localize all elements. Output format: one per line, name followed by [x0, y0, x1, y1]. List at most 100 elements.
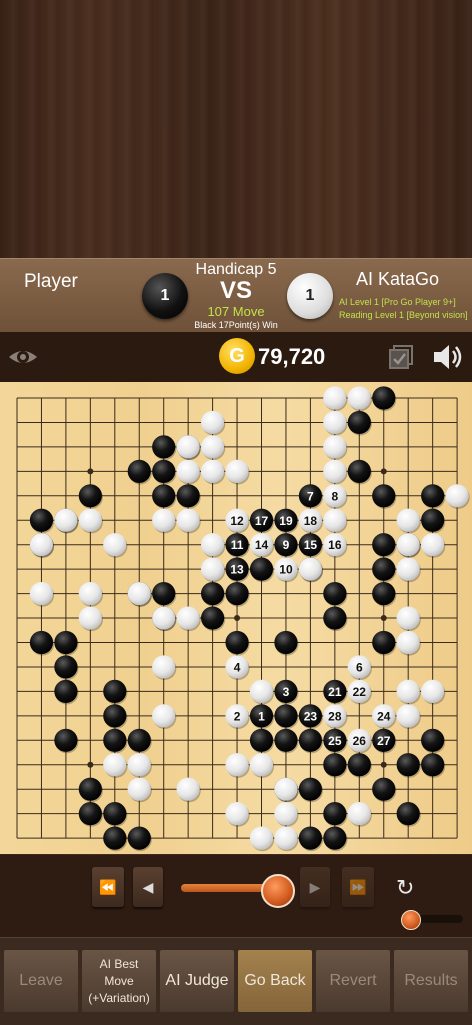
- black-stone: [274, 704, 299, 729]
- go-back-button[interactable]: Go Back: [238, 950, 312, 1012]
- white-stone: [396, 557, 421, 583]
- move-number: 6: [356, 660, 363, 674]
- white-stone: 2: [225, 704, 250, 729]
- white-stone: [78, 508, 103, 534]
- black-stone: [372, 777, 397, 803]
- rewind-button[interactable]: ⏪: [92, 867, 124, 907]
- move-number: 22: [353, 685, 367, 699]
- coin-symbol: G: [229, 344, 245, 367]
- white-stone: [54, 508, 79, 534]
- black-stone: 21: [323, 679, 348, 705]
- next-move-button[interactable]: ▶: [300, 867, 330, 907]
- white-stone: [323, 508, 348, 534]
- black-stone: [298, 728, 323, 754]
- white-stone: [201, 459, 226, 485]
- checkbox-icon[interactable]: [388, 344, 414, 370]
- move-number: 23: [304, 709, 318, 723]
- black-stone: [372, 533, 397, 558]
- rewind-icon: ⏪: [99, 878, 117, 895]
- black-stone: 1: [249, 704, 275, 729]
- results-button[interactable]: Results: [394, 950, 468, 1012]
- black-stone: 13: [225, 557, 250, 583]
- ai-judge-button[interactable]: AI Judge: [160, 950, 234, 1012]
- white-stone: [445, 484, 470, 509]
- star-point: [87, 468, 94, 475]
- move-number: 3: [283, 685, 290, 699]
- move-number: 7: [307, 489, 314, 503]
- white-stone: [78, 606, 103, 632]
- white-stone: [152, 606, 177, 632]
- refresh-icon[interactable]: ↻: [396, 875, 426, 905]
- speaker-icon[interactable]: [431, 342, 465, 372]
- move-number: 13: [230, 563, 244, 577]
- black-stone: [78, 484, 103, 509]
- black-stone: [127, 459, 152, 485]
- white-stone: [127, 582, 152, 607]
- prev-move-button[interactable]: ◀: [133, 867, 163, 907]
- black-stone: [396, 802, 421, 827]
- black-stone: [274, 728, 299, 754]
- white-stone: [78, 582, 103, 607]
- move-number: 9: [283, 538, 290, 552]
- white-stone: [201, 557, 226, 583]
- black-stone: [54, 679, 79, 705]
- ai-best-move-button[interactable]: AI Best Move (+Variation): [82, 950, 156, 1012]
- go-board[interactable]: 4 6 3 21 22 2 1 23 28 24 25 26 27 7 8 12 17 19 18 11 14 9 15 16…: [0, 382, 472, 854]
- white-stone: 22: [347, 679, 372, 705]
- white-stone: [225, 753, 250, 778]
- ai-level: AI Level 1 [Pro Go Player 9+]: [339, 297, 456, 307]
- white-stone: [201, 410, 226, 436]
- black-stone: [372, 582, 397, 607]
- black-stone: [201, 606, 226, 632]
- black-stone: [29, 508, 55, 534]
- black-stone: 11: [225, 533, 250, 558]
- black-stone: [347, 410, 372, 436]
- move-number: 11: [231, 538, 244, 552]
- speed-slider-thumb[interactable]: [401, 910, 421, 930]
- white-stone: [152, 704, 177, 729]
- white-stone: 10: [274, 557, 299, 583]
- black-stone: [372, 630, 397, 656]
- white-stone: [347, 802, 372, 827]
- white-stone: 4: [225, 655, 250, 681]
- move-slider-thumb[interactable]: [261, 874, 295, 908]
- coin-balance: 79,720: [258, 344, 326, 369]
- move-number: 28: [328, 709, 342, 723]
- move-number: 26: [353, 734, 367, 748]
- move-number: 18: [304, 514, 318, 528]
- black-stone: 9: [274, 533, 299, 558]
- eye-icon[interactable]: [7, 341, 39, 373]
- fast-forward-button[interactable]: ⏩: [342, 867, 374, 907]
- black-stone: [421, 508, 446, 534]
- prev-icon: ◀: [142, 878, 154, 895]
- white-stone: [396, 630, 421, 656]
- white-stone: [249, 753, 275, 778]
- black-stone: 23: [298, 704, 323, 729]
- white-stone: [103, 533, 128, 558]
- white-stone: [323, 410, 348, 436]
- move-number: 17: [255, 514, 269, 528]
- board-grid[interactable]: 4 63 21 222 1 23 28 2425 26 277 812 17 19 1811 14 9 15 16…: [0, 382, 472, 854]
- white-stone: 16: [323, 533, 348, 558]
- white-stone: [274, 777, 299, 803]
- move-number: 10: [279, 563, 293, 577]
- white-stone: [249, 826, 275, 852]
- move-number: 25: [328, 734, 342, 748]
- vs-label: VS: [219, 277, 252, 304]
- black-stone: [274, 630, 299, 656]
- black-stone: [103, 704, 128, 729]
- white-stone: [201, 435, 226, 460]
- white-stone: [274, 802, 299, 827]
- white-stone: [176, 508, 201, 534]
- white-stone: [249, 679, 275, 705]
- black-stone: [323, 606, 348, 632]
- white-stone: 8: [323, 484, 348, 509]
- black-stone: [152, 435, 177, 460]
- white-stone: [347, 386, 372, 412]
- next-icon: ▶: [309, 878, 321, 895]
- revert-button[interactable]: Revert: [316, 950, 390, 1012]
- leave-button[interactable]: Leave: [4, 950, 78, 1012]
- black-stone: [29, 630, 55, 656]
- black-stone: 19: [274, 508, 299, 534]
- black-stone: [298, 826, 323, 852]
